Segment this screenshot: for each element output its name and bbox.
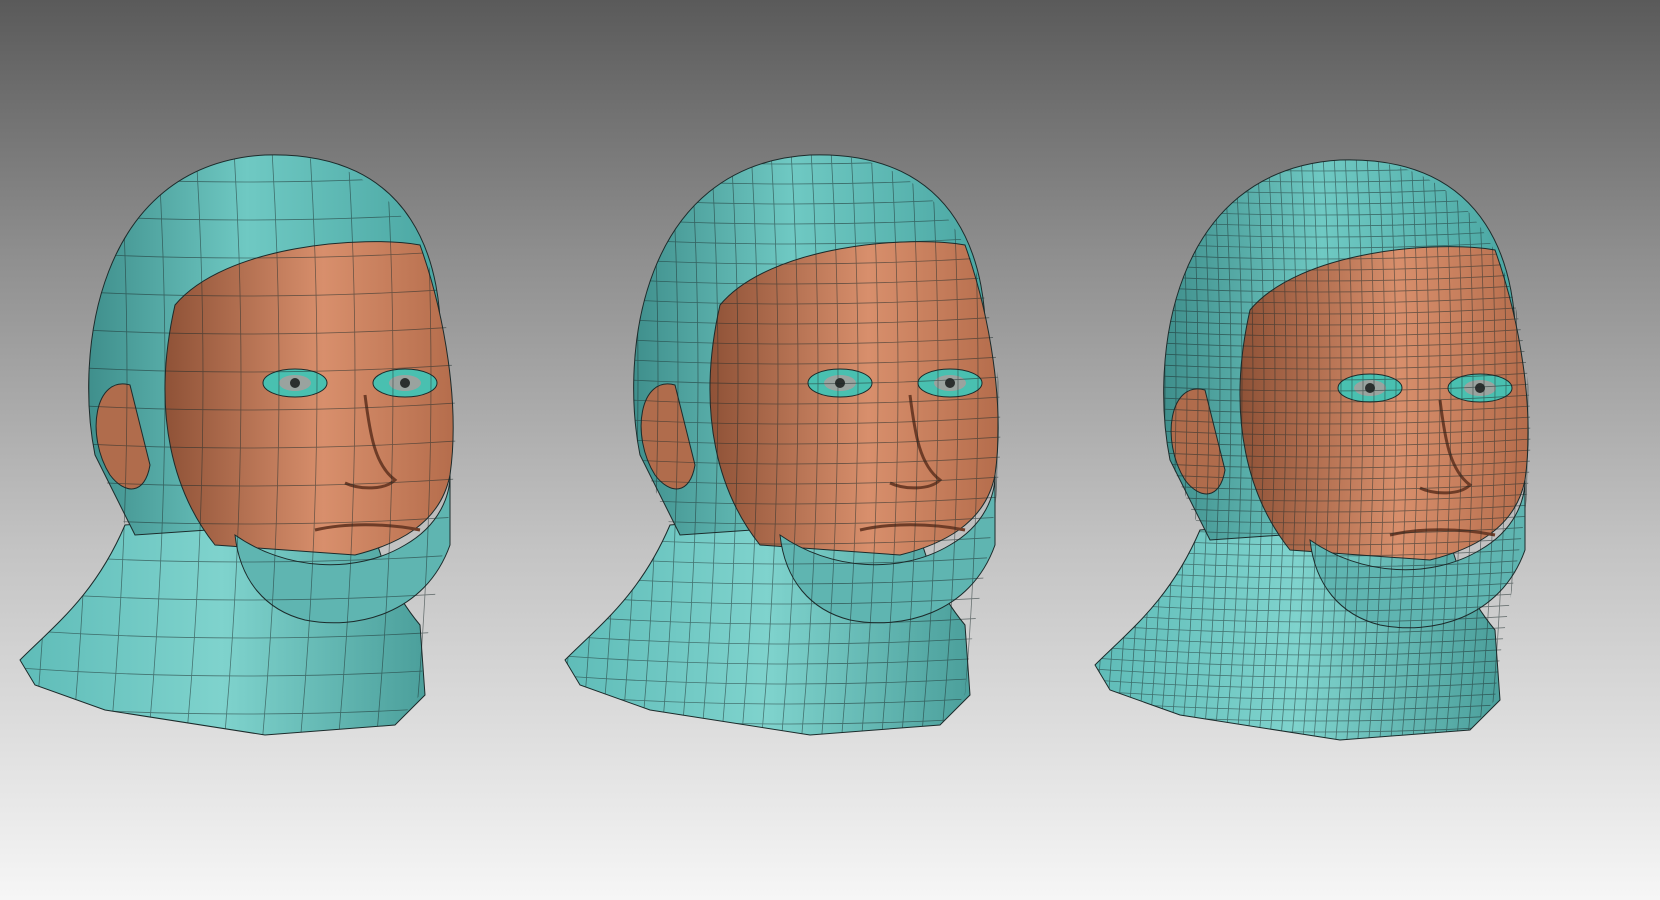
head-mesh-lowpoly	[19, 154, 456, 736]
heads-scene	[19, 154, 1531, 741]
render-viewport	[0, 0, 1660, 900]
head-mesh-sculpted	[1094, 159, 1531, 741]
head-mesh-midpoly	[564, 154, 1001, 736]
